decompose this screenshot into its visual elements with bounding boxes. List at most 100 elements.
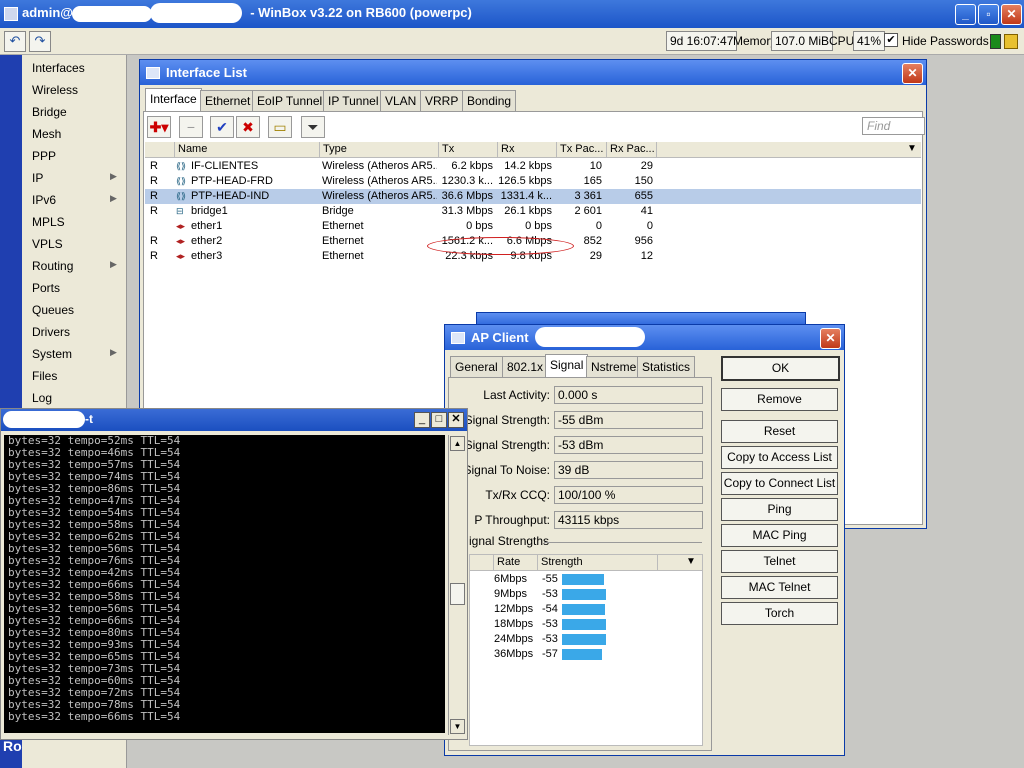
cell-type: Ethernet: [322, 235, 364, 247]
window-menu-icon[interactable]: [4, 7, 18, 21]
sidebar-item-drivers[interactable]: Drivers: [32, 325, 70, 339]
tab-ethernet[interactable]: Ethernet: [200, 90, 256, 111]
column-header-tx[interactable]: Tx: [439, 142, 498, 157]
disable-icon[interactable]: ✖: [236, 116, 260, 138]
table-row[interactable]: ⊟ Rbridge1 Bridge 31.3 Mbps 26.1 kbps 2 601 41: [145, 204, 921, 219]
terminal-minimize-button[interactable]: _: [414, 412, 430, 428]
column-header-type[interactable]: Type: [320, 142, 439, 157]
mac-ping-button[interactable]: MAC Ping: [721, 524, 838, 547]
sidebar-item-routing[interactable]: Routing: [32, 259, 73, 273]
cell-type: Ethernet: [322, 220, 364, 232]
tab-nstreme[interactable]: Nstreme: [586, 356, 642, 377]
sidebar-item-bridge[interactable]: Bridge: [32, 105, 67, 119]
column-header-rx-packets[interactable]: Rx Pac...: [607, 142, 657, 157]
app-titlebar: admin@ - WinBox v3.22 on RB600 (powerpc)…: [0, 0, 1024, 28]
sidebar-item-ipv6[interactable]: IPv6: [32, 193, 56, 207]
minimize-button[interactable]: _: [955, 4, 976, 25]
list-item[interactable]: 36Mbps -57: [470, 647, 702, 662]
tab-8021x[interactable]: 802.1x: [502, 356, 549, 377]
ap-client-titlebar[interactable]: AP Client ✕: [445, 325, 844, 350]
column-chooser-icon[interactable]: ▼: [907, 143, 917, 154]
column-header-strength[interactable]: Strength: [538, 555, 658, 570]
tab-signal[interactable]: Signal: [545, 354, 589, 377]
sidebar-item-queues[interactable]: Queues: [32, 303, 74, 317]
close-button[interactable]: ✕: [1001, 4, 1022, 25]
sidebar-item-ppp[interactable]: PPP: [32, 149, 56, 163]
cell-tx: 31.3 Mbps: [441, 205, 493, 217]
terminal-scrollbar[interactable]: ▲ ▼: [448, 435, 465, 735]
sidebar-item-log[interactable]: Log: [32, 391, 52, 405]
ap-client-close-button[interactable]: ✕: [820, 328, 841, 349]
list-item[interactable]: 18Mbps -53: [470, 617, 702, 632]
list-item[interactable]: 6Mbps -55: [470, 572, 702, 587]
strength-table-header: Rate Strength ▼: [470, 555, 702, 571]
tab-statistics[interactable]: Statistics: [637, 356, 696, 377]
column-header-rx[interactable]: Rx: [498, 142, 557, 157]
mac-telnet-button[interactable]: MAC Telnet: [721, 576, 838, 599]
sidebar-item-files[interactable]: Files: [32, 369, 57, 383]
sidebar-item-wireless[interactable]: Wireless: [32, 83, 78, 97]
sidebar-item-ip[interactable]: IP: [32, 171, 43, 185]
column-header-name[interactable]: Name: [175, 142, 320, 157]
find-input[interactable]: Find: [862, 117, 925, 135]
list-item[interactable]: 9Mbps -53: [470, 587, 702, 602]
tab-vlan[interactable]: VLAN: [380, 90, 422, 111]
remove-button[interactable]: Remove: [721, 388, 838, 411]
copy-to-connect-list-button[interactable]: Copy to Connect List: [721, 472, 838, 495]
list-item[interactable]: 12Mbps -54: [470, 602, 702, 617]
interface-list-close-button[interactable]: ✕: [902, 63, 923, 84]
ping-button[interactable]: Ping: [721, 498, 838, 521]
table-row[interactable]: ⟪⟫ R PTP-HEAD-IND Wireless (Atheros AR5... 3…: [145, 189, 921, 204]
column-chooser-icon[interactable]: ▼: [686, 556, 696, 567]
interface-list-titlebar[interactable]: Interface List ✕: [140, 60, 926, 85]
maximize-button[interactable]: ▫: [978, 4, 999, 25]
list-item[interactable]: 24Mbps -53: [470, 632, 702, 647]
hide-passwords-checkbox[interactable]: ✔: [884, 33, 898, 47]
tab-bonding[interactable]: Bonding: [462, 90, 517, 111]
scroll-down-icon[interactable]: ▼: [450, 719, 465, 734]
terminal-titlebar[interactable]: -t _ □ ✕: [1, 409, 467, 431]
comment-icon[interactable]: ▭: [268, 116, 292, 138]
undo-icon[interactable]: ↶: [4, 31, 26, 52]
sidebar-item-interfaces[interactable]: Interfaces: [32, 61, 85, 75]
tab-vrrp[interactable]: VRRP: [420, 90, 464, 111]
telnet-button[interactable]: Telnet: [721, 550, 838, 573]
terminal-maximize-button[interactable]: □: [431, 412, 447, 428]
cell-strength-value: -53: [542, 618, 558, 630]
ok-button[interactable]: OK: [721, 356, 840, 381]
torch-button[interactable]: Torch: [721, 602, 838, 625]
hide-passwords-label: Hide Passwords: [902, 34, 989, 48]
cell-rx: 1331.4 k...: [500, 190, 552, 202]
sidebar-item-mesh[interactable]: Mesh: [32, 127, 61, 141]
sidebar-item-ports[interactable]: Ports: [32, 281, 60, 295]
ethernet-icon: ◂▸: [176, 251, 186, 261]
signal-strengths-table: Rate Strength ▼ 6Mbps -55 9Mbps -53 12Mbps -5…: [469, 554, 703, 746]
table-row[interactable]: ⟪⟫ R PTP-HEAD-FRD Wireless (Atheros AR5... 1…: [145, 174, 921, 189]
table-row[interactable]: ◂▸ ether1 Ethernet 0 bps 0 bps 0 0: [145, 219, 921, 234]
sidebar-item-mpls[interactable]: MPLS: [32, 215, 65, 229]
cell-rate: 9Mbps: [494, 588, 528, 600]
sidebar-item-vpls[interactable]: VPLS: [32, 237, 63, 251]
copy-to-access-list-button[interactable]: Copy to Access List: [721, 446, 838, 469]
app-title-prefix: admin@: [22, 5, 73, 20]
column-header-tx-packets[interactable]: Tx Pac...: [557, 142, 607, 157]
redo-icon[interactable]: ↷: [29, 31, 51, 52]
table-row[interactable]: ⟪⟫ R IF-CLIENTES Wireless (Atheros AR5... 6.…: [145, 159, 921, 174]
cell-rxp: 150: [634, 175, 653, 187]
add-icon[interactable]: ✚▾: [147, 116, 171, 138]
connection-status-icon: [990, 34, 1001, 49]
sidebar-item-system[interactable]: System: [32, 347, 72, 361]
enable-icon[interactable]: ✔: [210, 116, 234, 138]
terminal-close-button[interactable]: ✕: [448, 412, 464, 428]
scrollbar-thumb[interactable]: [450, 583, 465, 605]
remove-icon[interactable]: −: [179, 116, 203, 138]
reset-button[interactable]: Reset: [721, 420, 838, 443]
tab-interface[interactable]: Interface: [145, 88, 202, 111]
tab-general[interactable]: General: [450, 356, 503, 377]
filter-icon[interactable]: ⏷: [301, 116, 325, 138]
tab-eoip-tunnel[interactable]: EoIP Tunnel: [252, 90, 328, 111]
cell-name: IF-CLIENTES: [191, 160, 259, 172]
column-header-rate[interactable]: Rate: [494, 555, 538, 570]
scroll-up-icon[interactable]: ▲: [450, 436, 465, 451]
tab-ip-tunnel[interactable]: IP Tunnel: [323, 90, 384, 111]
